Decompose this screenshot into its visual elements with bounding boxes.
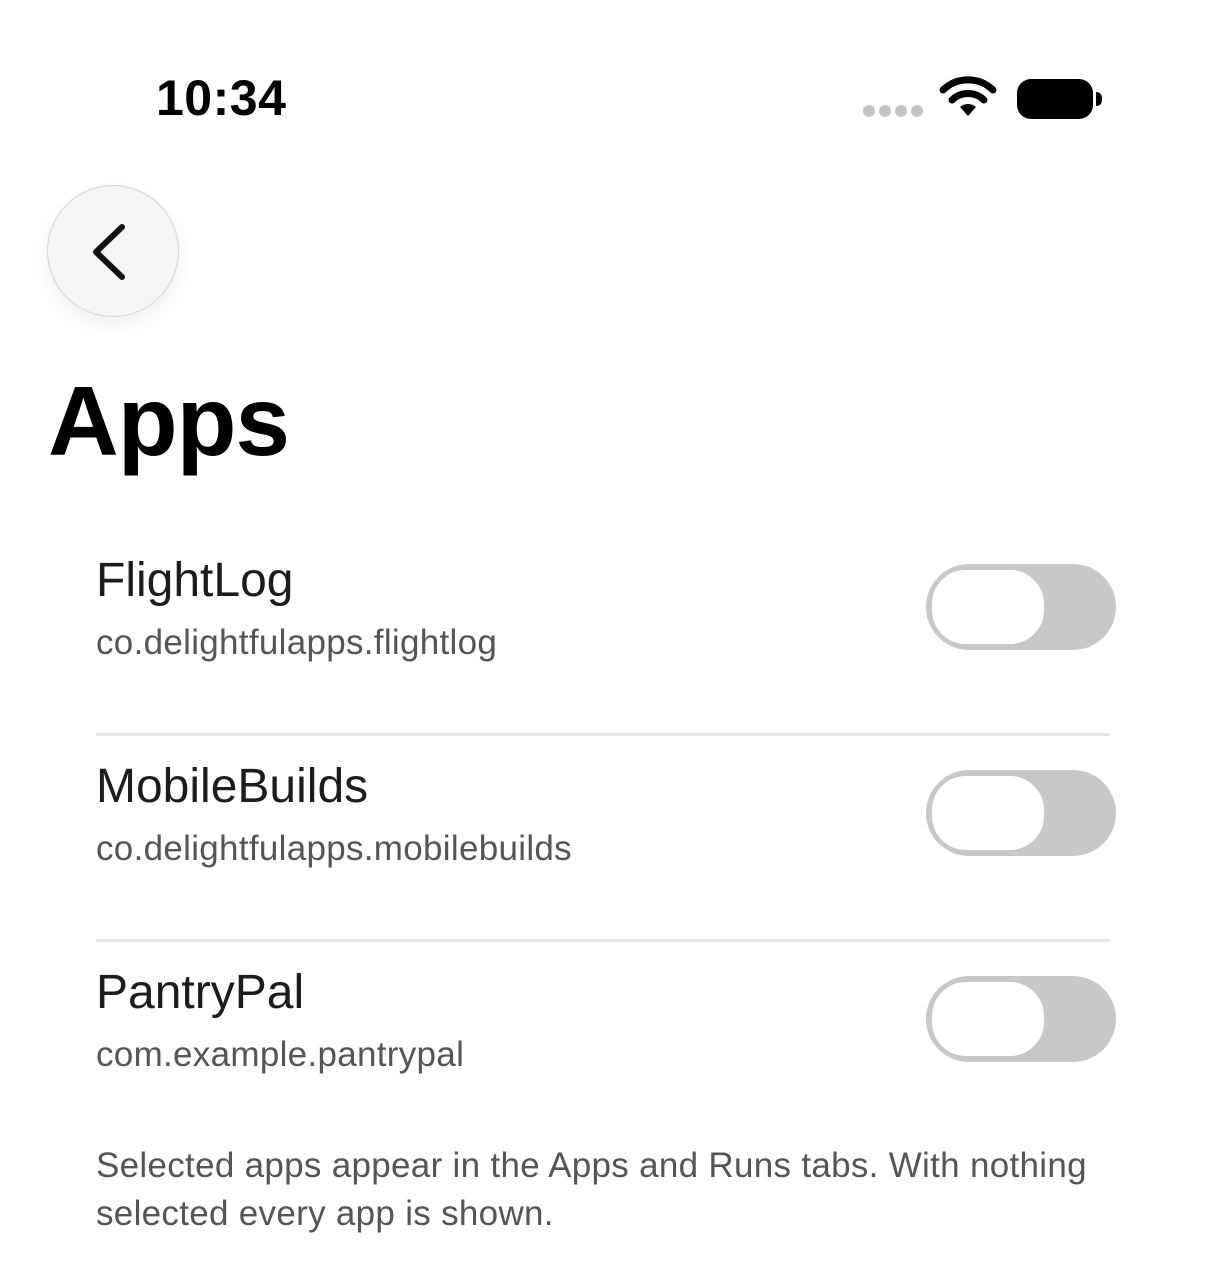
app-row-flightlog: FlightLog co.delightfulapps.flightlog	[96, 530, 1116, 736]
app-bundle-id: co.delightfulapps.flightlog	[96, 623, 498, 662]
app-toggle-flightlog[interactable]	[926, 564, 1116, 650]
app-toggle-mobilebuilds[interactable]	[926, 770, 1116, 856]
toggle-knob	[929, 773, 1047, 853]
app-name: MobileBuilds	[96, 760, 369, 813]
footnote-text: Selected apps appear in the Apps and Run…	[96, 1146, 1087, 1233]
app-list: FlightLog co.delightfulapps.flightlog Mo…	[96, 530, 1116, 1148]
chevron-left-icon	[93, 224, 125, 280]
battery-icon	[1017, 79, 1102, 119]
status-bar: 10:34	[0, 0, 1206, 160]
wifi-icon	[939, 76, 997, 116]
toggle-knob	[929, 567, 1047, 647]
app-name: PantryPal	[96, 966, 305, 1019]
app-bundle-id: com.example.pantrypal	[96, 1035, 465, 1074]
cellular-dots-icon	[863, 105, 923, 117]
status-time: 10:34	[156, 70, 287, 126]
app-bundle-id: co.delightfulapps.mobilebuilds	[96, 829, 572, 868]
toggle-knob	[929, 979, 1047, 1059]
app-name: FlightLog	[96, 554, 294, 607]
back-button[interactable]	[47, 185, 179, 317]
app-row-mobilebuilds: MobileBuilds co.delightfulapps.mobilebui…	[96, 736, 1116, 942]
page-title: Apps	[48, 366, 290, 476]
app-row-pantrypal: PantryPal com.example.pantrypal	[96, 942, 1116, 1148]
app-toggle-pantrypal[interactable]	[926, 976, 1116, 1062]
